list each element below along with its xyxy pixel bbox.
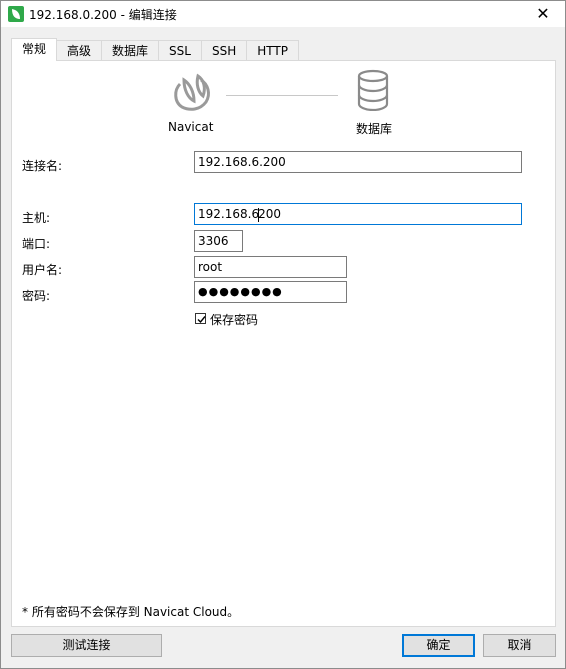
host-value-after-caret: 200 bbox=[258, 207, 281, 221]
tab-ssh[interactable]: SSH bbox=[200, 40, 248, 61]
password-footnote: * 所有密码不会保存到 Navicat Cloud。 bbox=[22, 605, 240, 619]
navicat-app-icon bbox=[8, 6, 24, 22]
save-password-label[interactable]: 保存密码 bbox=[210, 311, 258, 328]
close-button[interactable]: ✕ bbox=[521, 1, 565, 27]
connection-line bbox=[226, 95, 338, 96]
tab-advanced[interactable]: 高级 bbox=[56, 40, 103, 61]
username-input[interactable]: root bbox=[194, 256, 347, 278]
cancel-button[interactable]: 取消 bbox=[483, 634, 556, 657]
save-password-checkbox[interactable] bbox=[195, 313, 206, 324]
tab-http[interactable]: HTTP bbox=[246, 40, 299, 61]
edit-connection-dialog: 192.168.0.200 - 编辑连接 ✕ 常规 高级 数据库 SSL SSH… bbox=[0, 0, 566, 669]
tab-ssl[interactable]: SSL bbox=[158, 40, 202, 61]
close-icon: ✕ bbox=[536, 4, 550, 23]
port-label: 端口: bbox=[22, 237, 51, 251]
username-label: 用户名: bbox=[22, 263, 63, 277]
navicat-label: Navicat bbox=[168, 120, 214, 134]
password-label: 密码: bbox=[22, 289, 51, 303]
connection-name-label: 连接名: bbox=[22, 159, 63, 173]
connection-name-input[interactable]: 192.168.6.200 bbox=[194, 151, 522, 173]
navicat-logo-icon bbox=[170, 70, 214, 112]
port-input[interactable]: 3306 bbox=[194, 230, 243, 252]
tab-database[interactable]: 数据库 bbox=[101, 40, 160, 61]
title-bar: 192.168.0.200 - 编辑连接 ✕ bbox=[1, 1, 565, 27]
database-icon bbox=[356, 69, 390, 112]
password-input[interactable]: ●●●●●●●● bbox=[194, 281, 347, 303]
checkmark-icon bbox=[197, 316, 206, 324]
ok-button[interactable]: 确定 bbox=[402, 634, 475, 657]
tab-general[interactable]: 常规 bbox=[11, 38, 58, 61]
host-value-before-caret: 192.168.6 bbox=[198, 207, 260, 221]
test-connection-button[interactable]: 测试连接 bbox=[11, 634, 162, 657]
host-input[interactable]: 192.168.6200 bbox=[194, 203, 522, 225]
general-tab-panel: Navicat 数据库 连接名: 192.168.6.200 主机: 192.1… bbox=[11, 60, 556, 627]
database-label: 数据库 bbox=[356, 122, 393, 136]
window-title: 192.168.0.200 - 编辑连接 bbox=[29, 8, 177, 22]
host-label: 主机: bbox=[22, 211, 51, 225]
tab-bar: 常规 高级 数据库 SSL SSH HTTP bbox=[11, 38, 299, 61]
